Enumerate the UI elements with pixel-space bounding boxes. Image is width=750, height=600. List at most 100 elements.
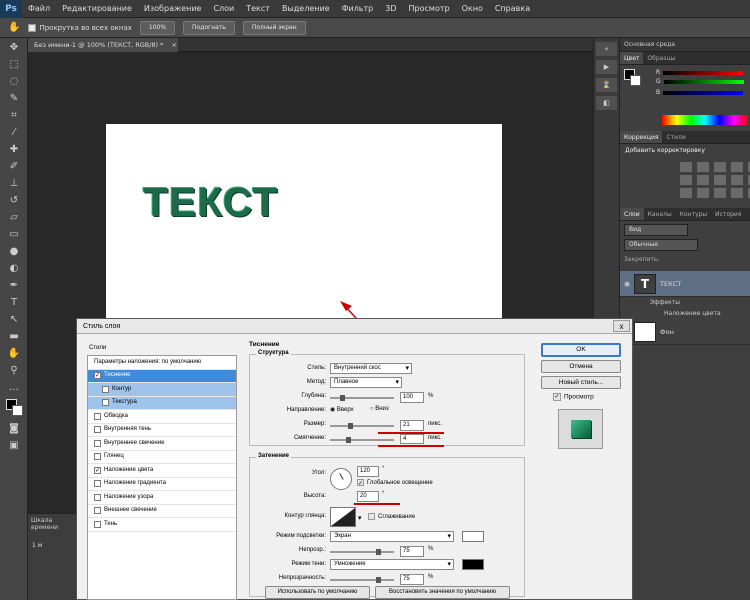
- workspace-switcher[interactable]: Основная среда: [620, 38, 750, 52]
- layer-row[interactable]: ◉ T ТЕКСТ: [620, 271, 750, 297]
- style-list-item[interactable]: Обводка: [88, 410, 236, 424]
- marquee-tool-icon[interactable]: ⬚: [3, 57, 25, 72]
- path-select-tool-icon[interactable]: ↖: [3, 312, 25, 327]
- layer-effects-row[interactable]: Эффекты: [620, 297, 750, 308]
- type-tool-icon[interactable]: T: [3, 295, 25, 310]
- style-checkbox[interactable]: [94, 507, 101, 515]
- clone-stamp-tool-icon[interactable]: ⊥: [3, 176, 25, 191]
- highlight-opacity-slider[interactable]: [330, 549, 394, 555]
- blend-mode-select[interactable]: Обычные: [624, 239, 698, 251]
- healing-brush-tool-icon[interactable]: ✚: [3, 142, 25, 157]
- history-icon[interactable]: ⌛: [596, 78, 617, 92]
- menu-item[interactable]: Файл: [22, 0, 56, 18]
- document-tab[interactable]: Без имени-1 @ 100% (ТЕКСТ, RGB/8) * ×: [28, 38, 178, 52]
- color-swatches-icon[interactable]: [3, 397, 25, 419]
- brightness-icon[interactable]: [680, 162, 692, 172]
- style-list-item[interactable]: Наложение градиента: [88, 478, 236, 491]
- cancel-button[interactable]: Отмена: [541, 360, 621, 373]
- posterize-icon[interactable]: [697, 188, 709, 198]
- curves-icon[interactable]: [714, 162, 726, 172]
- properties-icon[interactable]: ◧: [596, 96, 617, 110]
- levels-icon[interactable]: [697, 162, 709, 172]
- dialog-titlebar[interactable]: Стиль слоя x: [77, 319, 632, 334]
- tab-history[interactable]: История: [711, 208, 745, 220]
- menu-item[interactable]: Фильтр: [336, 0, 380, 18]
- canvas-text-layer[interactable]: ТЕКСТ: [143, 179, 279, 226]
- gradient-tool-icon[interactable]: ▭: [3, 227, 25, 242]
- preview-checkbox[interactable]: ✓ Просмотр: [553, 393, 594, 401]
- hand-tool-icon[interactable]: ✋: [8, 22, 20, 33]
- soften-slider[interactable]: [330, 437, 394, 443]
- blur-tool-icon[interactable]: ●: [3, 244, 25, 259]
- size-slider[interactable]: [330, 423, 394, 429]
- antialias-checkbox[interactable]: Сглаживание: [368, 513, 415, 520]
- style-checkbox[interactable]: [94, 439, 101, 447]
- quick-select-tool-icon[interactable]: ✎: [3, 91, 25, 106]
- gloss-dropdown-icon[interactable]: ▾: [358, 514, 362, 522]
- style-checkbox[interactable]: ✓: [94, 466, 101, 474]
- invert-icon[interactable]: [680, 188, 692, 198]
- style-list-item[interactable]: Внешнее свечение: [88, 505, 236, 518]
- g-slider[interactable]: [663, 79, 744, 84]
- menu-item[interactable]: 3D: [379, 0, 402, 18]
- highlight-color-swatch[interactable]: [462, 531, 484, 542]
- style-list-item[interactable]: Контур: [88, 383, 236, 397]
- size-input[interactable]: 21: [400, 420, 424, 431]
- tab-layers[interactable]: Слои: [620, 208, 644, 220]
- collapse-icon[interactable]: «: [596, 42, 617, 56]
- highlight-opacity-input[interactable]: 75: [400, 546, 424, 557]
- tab-color[interactable]: Цвет: [620, 52, 644, 64]
- menu-item[interactable]: Изображение: [138, 0, 208, 18]
- style-list-item[interactable]: ✓ Тиснение: [88, 369, 236, 383]
- menu-item[interactable]: Окно: [456, 0, 489, 18]
- screen-mode-icon[interactable]: ▣: [3, 438, 25, 453]
- direction-up-radio[interactable]: ◉ Вверх: [330, 406, 354, 413]
- reset-default-button[interactable]: Восстановить значения по умолчанию: [375, 586, 510, 599]
- close-tab-icon[interactable]: ×: [171, 41, 176, 49]
- angle-dial[interactable]: [330, 468, 352, 490]
- menu-item[interactable]: Текст: [240, 0, 276, 18]
- move-tool-icon[interactable]: ✥: [3, 40, 25, 55]
- r-slider[interactable]: [663, 70, 744, 75]
- b-slider[interactable]: [663, 90, 744, 95]
- soften-input[interactable]: 4: [400, 434, 424, 444]
- scroll-all-checkbox[interactable]: Прокрутка во всех окнах: [28, 23, 132, 32]
- depth-input[interactable]: 100: [400, 392, 424, 403]
- bw-icon[interactable]: [714, 175, 726, 185]
- style-checkbox[interactable]: [94, 453, 101, 461]
- style-list-item[interactable]: Внутреннее свечение: [88, 437, 236, 451]
- method-select[interactable]: Плавное: [330, 377, 402, 388]
- shadow-color-swatch[interactable]: [462, 559, 484, 570]
- brush-tool-icon[interactable]: ✐: [3, 159, 25, 174]
- shadow-opacity-input[interactable]: 75: [400, 574, 424, 585]
- history-brush-tool-icon[interactable]: ↺: [3, 193, 25, 208]
- gloss-contour-picker[interactable]: [330, 507, 356, 527]
- dodge-tool-icon[interactable]: ◐: [3, 261, 25, 276]
- color-spectrum[interactable]: [662, 115, 748, 125]
- make-default-button[interactable]: Использовать по умолчанию: [265, 586, 370, 599]
- global-light-checkbox[interactable]: ✓ Глобальное освещение: [357, 479, 433, 487]
- tab-paths[interactable]: Контуры: [676, 208, 711, 220]
- tab-adjustments[interactable]: Коррекция: [620, 131, 663, 143]
- shadow-opacity-slider[interactable]: [330, 577, 394, 583]
- eye-icon[interactable]: ◉: [620, 280, 634, 288]
- tab-channels[interactable]: Каналы: [644, 208, 676, 220]
- zoom-tool-icon[interactable]: ⚲: [3, 363, 25, 378]
- eraser-tool-icon[interactable]: ▱: [3, 210, 25, 225]
- tab-swatches[interactable]: Образцы: [643, 52, 679, 64]
- style-checkbox[interactable]: [94, 480, 101, 488]
- style-list-item[interactable]: Тень: [88, 518, 236, 532]
- fit-screen-button[interactable]: Подогнать: [183, 20, 235, 35]
- layer-row[interactable]: ◉ Фон: [620, 319, 750, 345]
- layer-kind-filter[interactable]: Вид: [624, 224, 688, 236]
- angle-input[interactable]: 120: [357, 466, 379, 477]
- menu-item[interactable]: Выделение: [276, 0, 336, 18]
- close-icon[interactable]: x: [613, 320, 630, 332]
- exposure-icon[interactable]: [731, 162, 743, 172]
- highlight-mode-select[interactable]: Экран: [330, 531, 454, 542]
- threshold-icon[interactable]: [714, 188, 726, 198]
- altitude-input[interactable]: 20: [357, 491, 379, 502]
- shape-tool-icon[interactable]: ▬: [3, 329, 25, 344]
- photo-filter-icon[interactable]: [731, 175, 743, 185]
- style-checkbox[interactable]: [94, 493, 101, 501]
